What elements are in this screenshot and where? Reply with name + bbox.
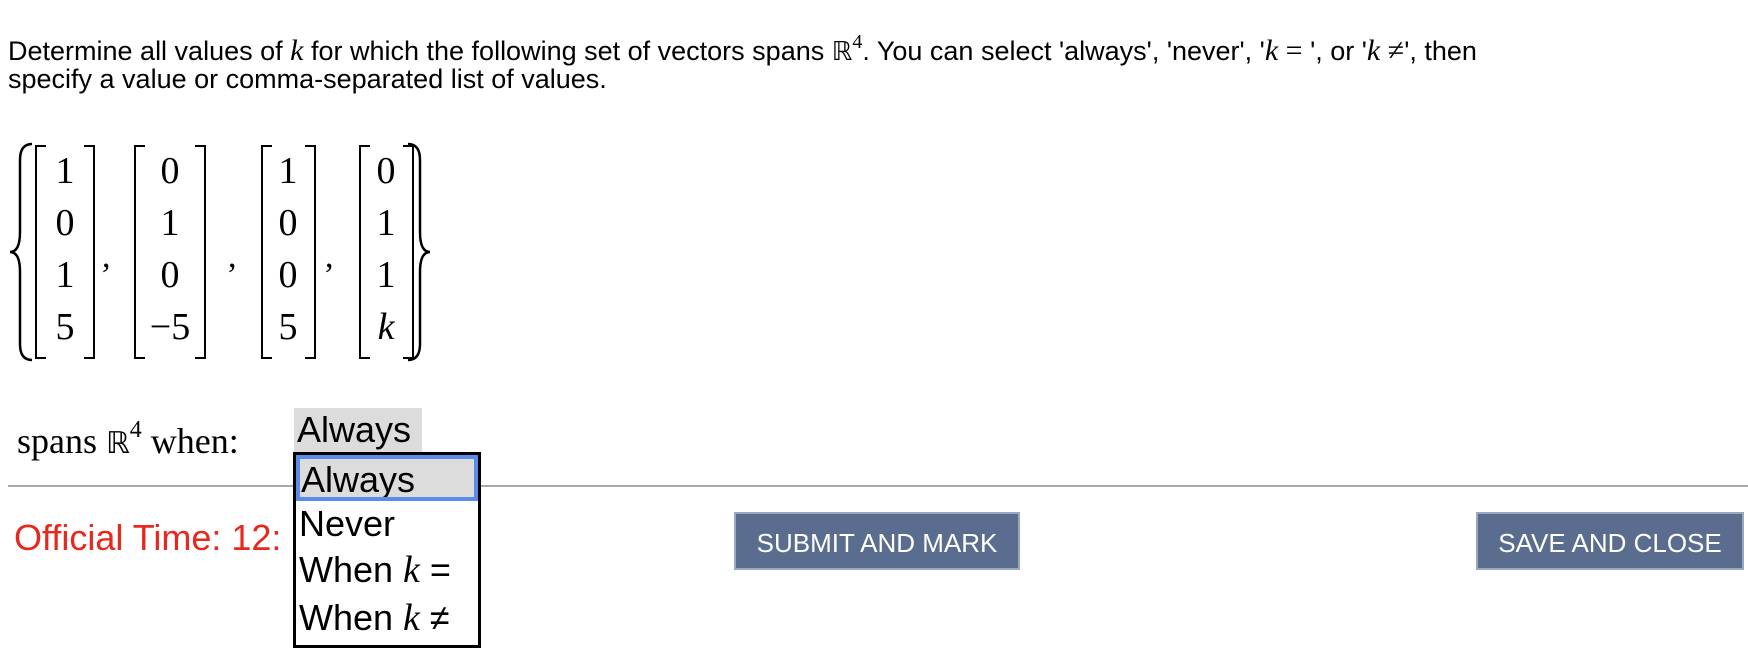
official-time: Official Time: 12: [14, 517, 282, 558]
comma-separator: , [228, 238, 237, 275]
condition-dropdown-list[interactable]: Always Never When k = When k ≠ [293, 452, 481, 648]
spans-text: spans [17, 421, 106, 461]
divider [8, 485, 1748, 487]
k-variable: k [403, 597, 420, 639]
vector-1-entry: 5 [55, 306, 75, 348]
vector-set: 1 0 1 5 , 0 1 0 −5 , 1 0 0 5 , 0 1 1 k [0, 140, 440, 365]
vector-3-entry: 0 [278, 254, 298, 296]
question-text-part: ', then [1404, 36, 1477, 66]
save-and-close-button[interactable]: SAVE AND CLOSE [1476, 512, 1744, 570]
vector-3-entry: 0 [278, 202, 298, 244]
comma-separator: , [325, 238, 334, 275]
vector-4-entry: 1 [376, 202, 396, 244]
not-equal-sign: ≠ [1380, 34, 1405, 67]
question-line-1: Determine all values of k for which the … [8, 24, 1748, 67]
question-line-2: specify a value or comma-separated list … [8, 64, 607, 94]
space-dimension: 4 [852, 31, 863, 53]
submit-and-mark-button[interactable]: SUBMIT AND MARK [734, 512, 1020, 570]
vector-4-entry: 0 [376, 150, 396, 192]
space-dimension: 4 [129, 417, 142, 443]
option-label: Never [299, 503, 396, 544]
left-brace-icon [9, 142, 33, 362]
dropdown-option-never[interactable]: Never [296, 501, 478, 547]
k-variable: k [403, 549, 420, 591]
real-space-symbol: ℝ [831, 37, 853, 67]
vector-1-entry: 1 [55, 150, 75, 192]
question-text: Determine all values of k for which the … [8, 24, 1748, 98]
vector-4-entry: 1 [376, 254, 396, 296]
option-label: Always [301, 459, 416, 500]
vector-2-entry: 1 [160, 202, 180, 244]
vector-1-entry: 0 [55, 202, 75, 244]
vector-2-entry: 0 [160, 254, 180, 296]
spans-label: spans ℝ4 when: [17, 408, 239, 466]
comma-separator: , [102, 238, 111, 275]
question-text-part: . You can select 'always', 'never', ' [862, 36, 1265, 66]
dropdown-option-when-k-equals[interactable]: When k = [296, 547, 478, 593]
equals-sign: = [1278, 34, 1311, 67]
option-label: When [299, 549, 404, 590]
dropdown-option-when-k-not-equals[interactable]: When k ≠ [296, 595, 478, 641]
dropdown-option-always[interactable]: Always [296, 455, 478, 501]
real-space-symbol: ℝ [106, 426, 130, 461]
equals-sign: = [419, 549, 451, 590]
k-variable: k [1366, 34, 1381, 67]
not-equal-sign: ≠ [419, 597, 450, 638]
vector-1-entry: 1 [55, 254, 75, 296]
vector-4-entry: k [377, 306, 395, 348]
when-text: when: [141, 421, 239, 461]
question-text-part: ', or ' [1310, 36, 1367, 66]
vector-3-entry: 1 [278, 150, 298, 192]
option-label: When [299, 597, 404, 638]
vector-3-entry: 5 [278, 306, 298, 348]
vector-2-entry: 0 [160, 150, 180, 192]
k-variable: k [1264, 34, 1279, 67]
condition-select[interactable]: Always [294, 408, 422, 452]
vector-2-entry: −5 [149, 306, 191, 348]
